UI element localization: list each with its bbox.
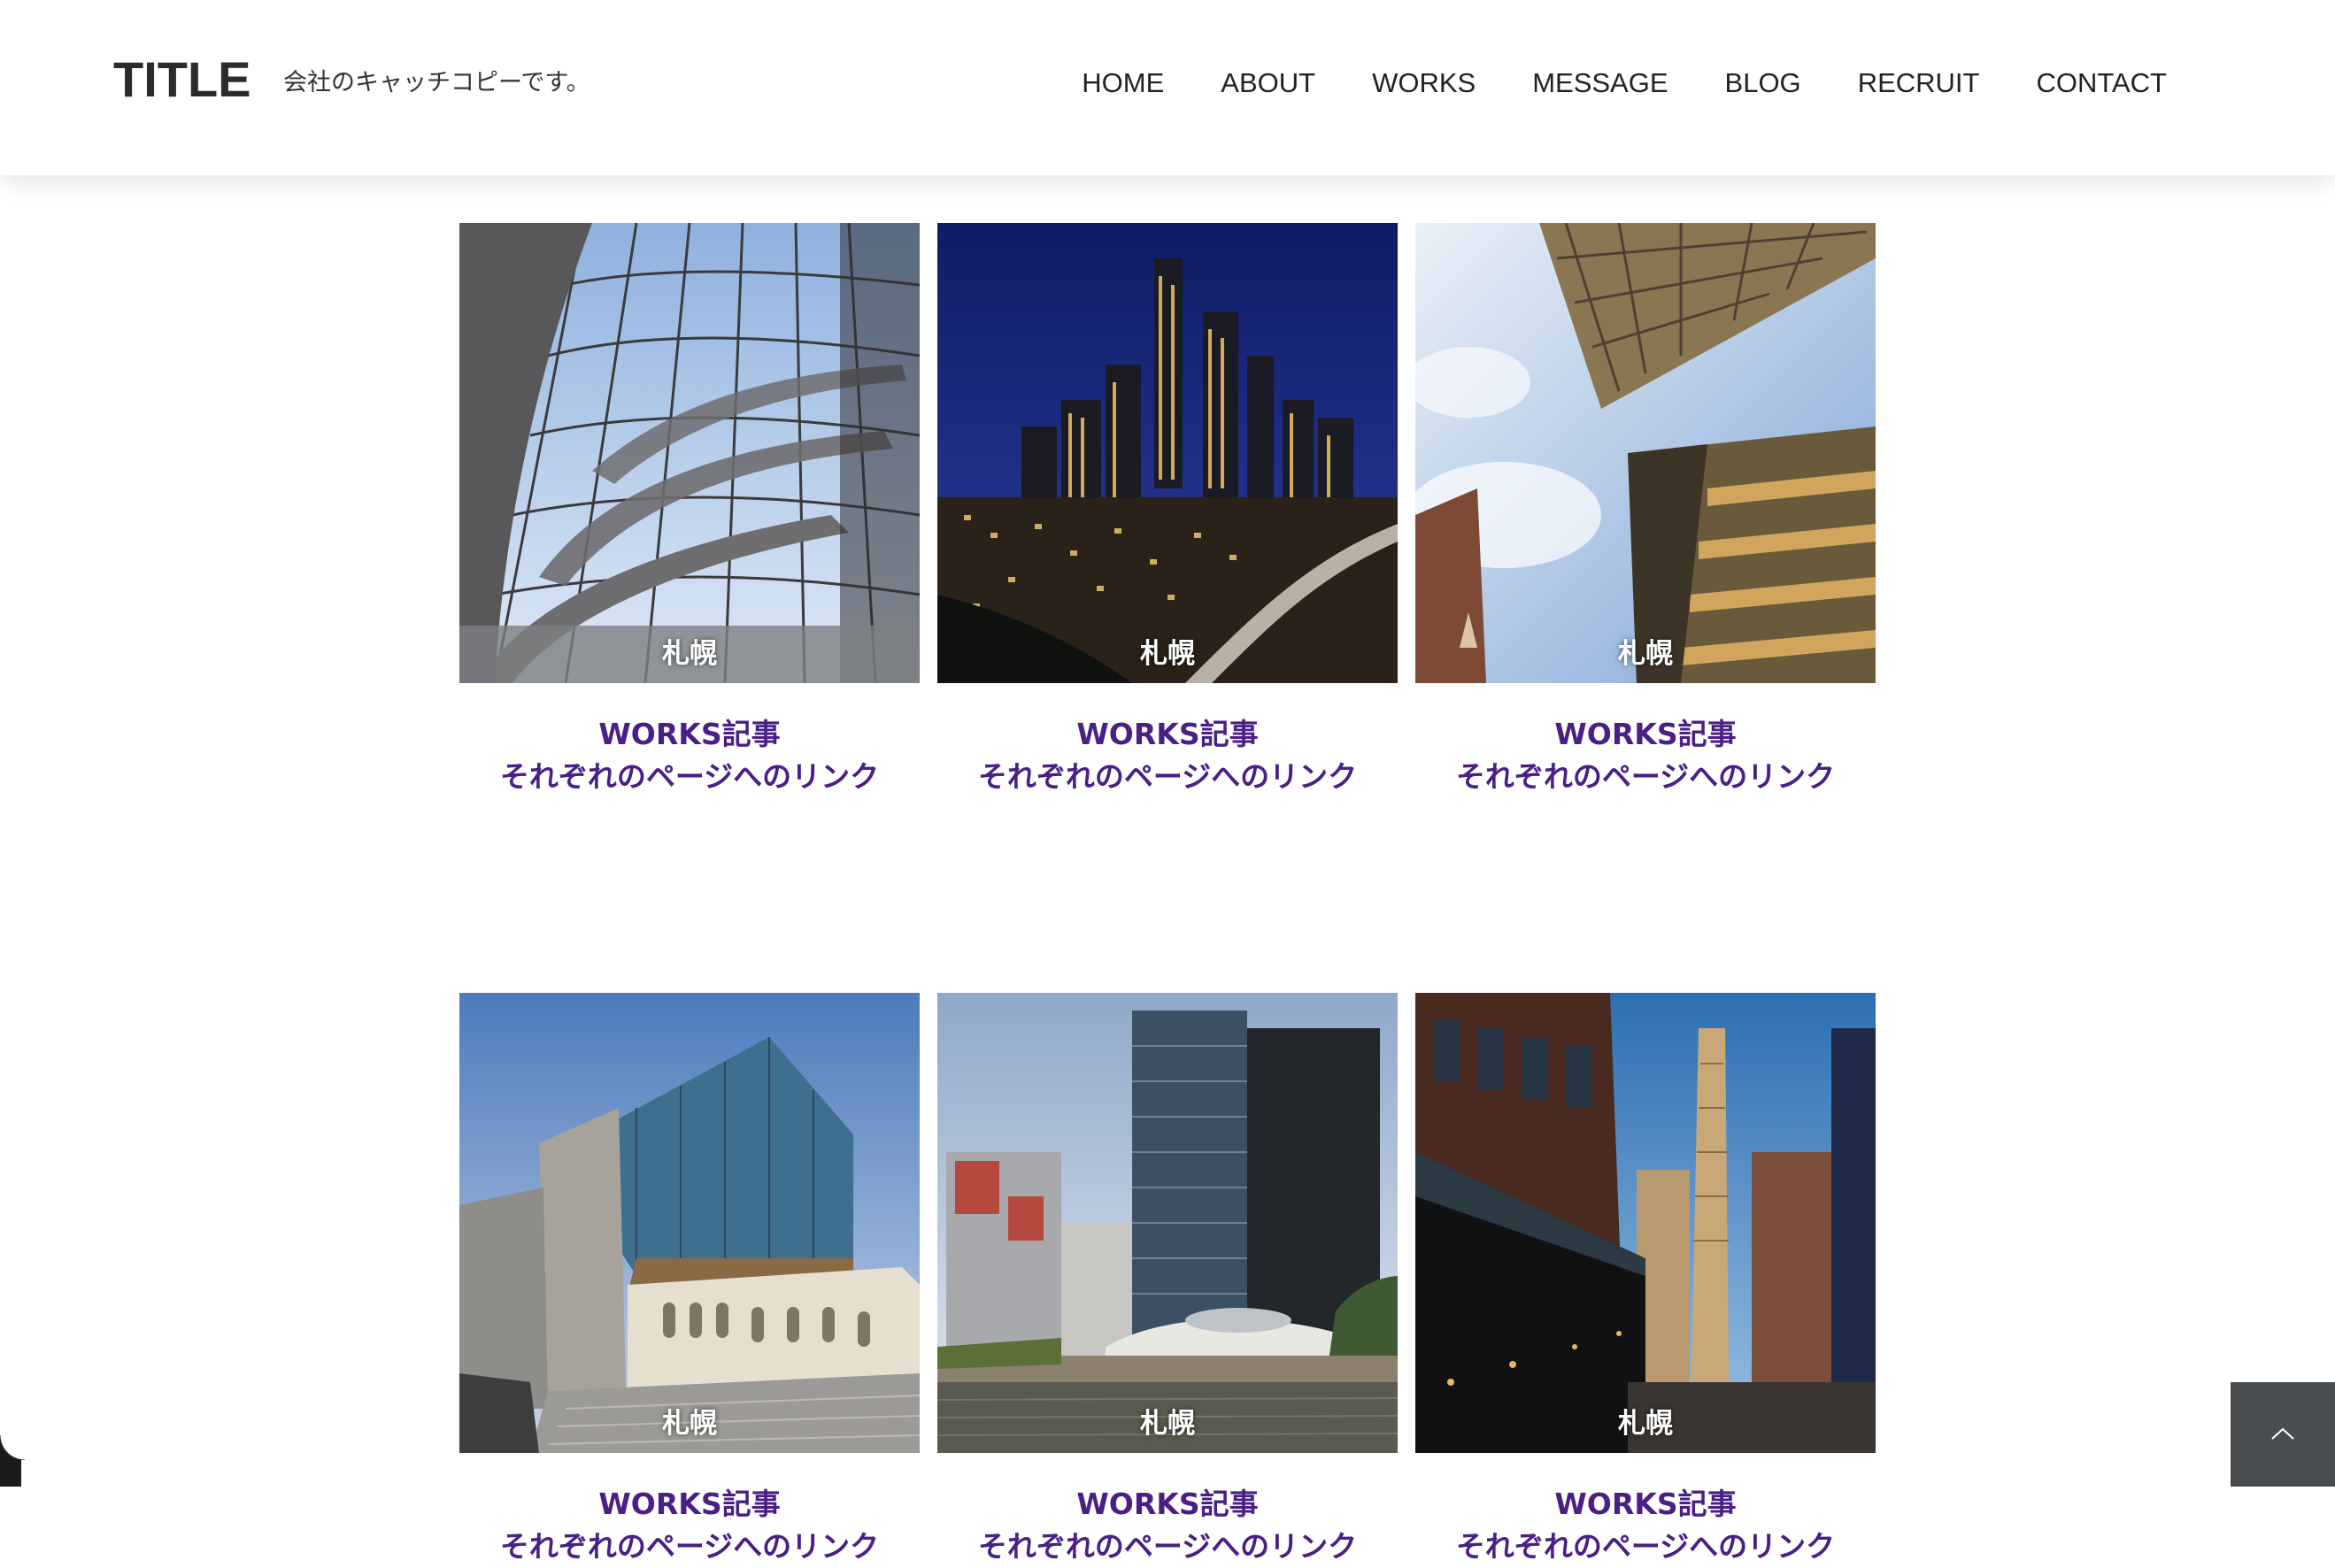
nav-item-contact[interactable]: CONTACT <box>2036 69 2167 96</box>
nav-item-recruit[interactable]: RECRUIT <box>1858 69 1980 96</box>
works-grid: 札幌 WORKS記事 それぞれのページへのリンク 札幌 WORKS記事 それぞれ… <box>459 223 1877 1568</box>
works-link[interactable]: WORKS記事 それぞれのページへのリンク <box>1415 713 1876 798</box>
works-location-label: 札幌 <box>1140 638 1195 670</box>
main-nav: HOME ABOUT WORKS MESSAGE BLOG RECRUIT CO… <box>1025 69 2167 96</box>
works-thumbnail-street[interactable]: 札幌 <box>1415 993 1876 1453</box>
works-thumbnail-museum[interactable]: 札幌 <box>459 993 920 1453</box>
works-thumbnail-skyline[interactable]: 札幌 <box>937 223 1398 683</box>
works-link-subtitle: それぞれのページへのリンク <box>977 759 1358 794</box>
works-location-label: 札幌 <box>1618 638 1673 670</box>
works-card: 札幌 WORKS記事 それぞれのページへのリンク <box>937 223 1398 798</box>
works-location-label: 札幌 <box>1140 1408 1195 1440</box>
works-link-subtitle: それぞれのページへのリンク <box>1455 759 1836 794</box>
site-tagline: 会社のキャッチコピーです。 <box>283 69 590 96</box>
works-link-subtitle: それぞれのページへのリンク <box>499 1529 880 1564</box>
works-location-label: 札幌 <box>662 1408 717 1440</box>
works-link-title: WORKS記事 <box>598 717 781 751</box>
back-to-top-button[interactable] <box>2231 1382 2335 1487</box>
nav-item-message[interactable]: MESSAGE <box>1532 69 1668 96</box>
works-link-subtitle: それぞれのページへのリンク <box>1455 1529 1836 1564</box>
works-link[interactable]: WORKS記事 それぞれのページへのリンク <box>1415 1483 1876 1568</box>
works-thumbnail-towers[interactable]: 札幌 <box>1415 223 1876 683</box>
works-card: 札幌 WORKS記事 それぞれのページへのリンク <box>937 993 1398 1568</box>
nav-item-about[interactable]: ABOUT <box>1221 69 1315 96</box>
chevron-up-icon <box>2271 1427 2294 1440</box>
works-card: 札幌 WORKS記事 それぞれのページへのリンク <box>1415 993 1876 1568</box>
works-link-title: WORKS記事 <box>598 1487 781 1521</box>
works-link-title: WORKS記事 <box>1554 1487 1737 1521</box>
nav-item-home[interactable]: HOME <box>1082 69 1164 96</box>
site-header: TITLE 会社のキャッチコピーです。 HOME ABOUT WORKS MES… <box>0 0 2335 175</box>
works-link[interactable]: WORKS記事 それぞれのページへのリンク <box>459 713 920 798</box>
site-title[interactable]: TITLE <box>113 55 251 104</box>
works-link-title: WORKS記事 <box>1076 1487 1259 1521</box>
works-link[interactable]: WORKS記事 それぞれのページへのリンク <box>937 1483 1398 1568</box>
works-thumbnail-harbour[interactable]: 札幌 <box>937 993 1398 1453</box>
works-location-label: 札幌 <box>662 638 717 670</box>
works-location-label: 札幌 <box>1618 1408 1673 1440</box>
works-link-title: WORKS記事 <box>1554 717 1737 751</box>
works-link-subtitle: それぞれのページへのリンク <box>499 759 880 794</box>
works-card: 札幌 WORKS記事 それぞれのページへのリンク <box>1415 223 1876 798</box>
works-link[interactable]: WORKS記事 それぞれのページへのリンク <box>937 713 1398 798</box>
works-card: 札幌 WORKS記事 それぞれのページへのリンク <box>459 993 920 1568</box>
nav-item-blog[interactable]: BLOG <box>1725 69 1801 96</box>
works-thumbnail-dome[interactable]: 札幌 <box>459 223 920 683</box>
works-link-subtitle: それぞれのページへのリンク <box>977 1529 1358 1564</box>
works-link[interactable]: WORKS記事 それぞれのページへのリンク <box>459 1483 920 1568</box>
nav-item-works[interactable]: WORKS <box>1372 69 1476 96</box>
works-card: 札幌 WORKS記事 それぞれのページへのリンク <box>459 223 920 798</box>
window-corner <box>0 1435 25 1487</box>
works-link-title: WORKS記事 <box>1076 717 1259 751</box>
